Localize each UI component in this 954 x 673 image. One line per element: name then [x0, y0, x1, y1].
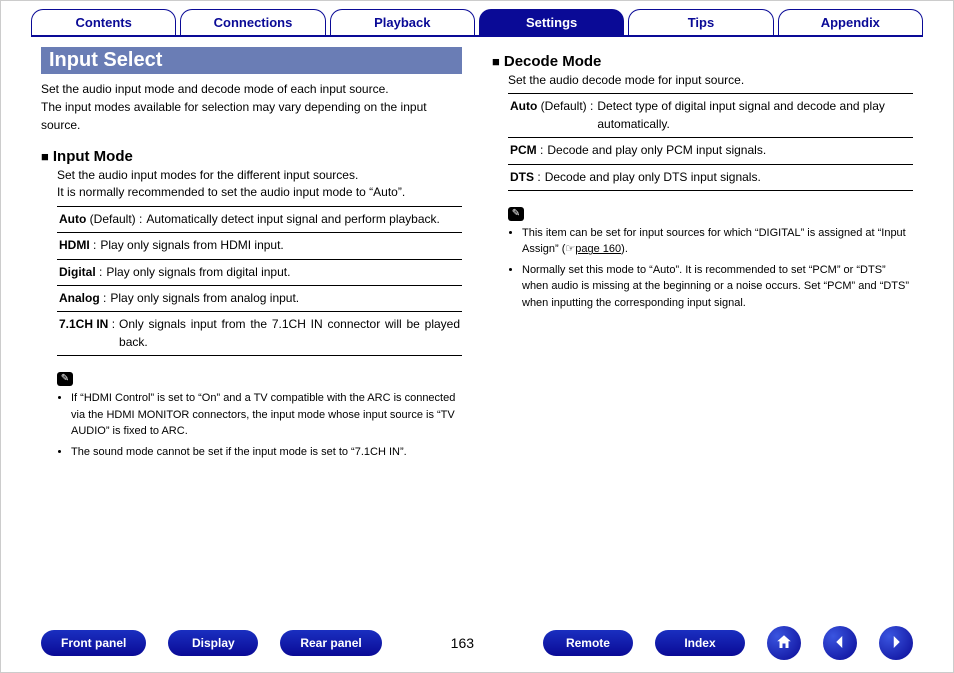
option-auto: Auto (Default) : Automatically detect in…	[57, 207, 462, 233]
option-digital: Digital : Play only signals from digital…	[57, 260, 462, 286]
note-item: If “HDMI Control” is set to “On” and a T…	[71, 390, 462, 440]
prev-button[interactable]	[823, 626, 857, 660]
option-name: DTS	[510, 169, 534, 186]
input-mode-desc: Set the audio input modes for the differ…	[57, 167, 462, 202]
display-button[interactable]: Display	[168, 630, 258, 656]
option-desc: Detect type of digital input signal and …	[597, 98, 911, 133]
option-desc: Only signals input from the 7.1CH IN con…	[119, 316, 460, 351]
front-panel-button[interactable]: Front panel	[41, 630, 146, 656]
input-mode-notes: If “HDMI Control” is set to “On” and a T…	[57, 390, 462, 460]
index-button[interactable]: Index	[655, 630, 745, 656]
arrow-right-icon	[887, 633, 905, 654]
option-hdmi: HDMI : Play only signals from HDMI input…	[57, 233, 462, 259]
title-intro: Set the audio input mode and decode mode…	[41, 80, 462, 134]
top-tabs: Contents Connections Playback Settings T…	[1, 1, 953, 35]
tab-appendix[interactable]: Appendix	[778, 9, 923, 35]
option-71ch: 7.1CH IN : Only signals input from the 7…	[57, 312, 462, 356]
decode-mode-options: Auto (Default) : Detect type of digital …	[508, 93, 913, 191]
page-link-160[interactable]: page 160	[575, 243, 621, 255]
input-mode-options: Auto (Default) : Automatically detect in…	[57, 206, 462, 356]
input-mode-heading: Input Mode	[41, 148, 462, 165]
footer-left: Front panel Display Rear panel	[41, 630, 382, 656]
note-item: Normally set this mode to “Auto”. It is …	[522, 262, 913, 312]
option-desc: Play only signals from HDMI input.	[100, 237, 460, 254]
remote-button[interactable]: Remote	[543, 630, 633, 656]
option-desc: Play only signals from analog input.	[110, 290, 460, 307]
option-auto: Auto (Default) : Detect type of digital …	[508, 94, 913, 138]
note-icon: ✎	[57, 372, 73, 386]
next-button[interactable]	[879, 626, 913, 660]
content: Input Select Set the audio input mode an…	[1, 47, 953, 464]
home-button[interactable]	[767, 626, 801, 660]
option-analog: Analog : Play only signals from analog i…	[57, 286, 462, 312]
decode-mode-desc: Set the audio decode mode for input sour…	[508, 72, 913, 89]
page-title: Input Select	[41, 47, 462, 74]
option-desc: Decode and play only DTS input signals.	[545, 169, 911, 186]
option-name: Digital	[59, 264, 96, 281]
option-name: HDMI	[59, 237, 90, 254]
left-column: Input Select Set the audio input mode an…	[41, 47, 462, 464]
option-name: 7.1CH IN	[59, 316, 108, 351]
tabs-underline	[31, 35, 923, 37]
tab-tips[interactable]: Tips	[628, 9, 773, 35]
note-item: The sound mode cannot be set if the inpu…	[71, 444, 462, 461]
option-desc: Automatically detect input signal and pe…	[146, 211, 460, 228]
home-icon	[775, 633, 793, 654]
note-icon: ✎	[508, 207, 524, 221]
footer: Front panel Display Rear panel 163 Remot…	[1, 626, 953, 660]
option-name: Auto	[59, 211, 86, 228]
rear-panel-button[interactable]: Rear panel	[280, 630, 381, 656]
footer-right: Remote Index	[543, 626, 913, 660]
tab-connections[interactable]: Connections	[180, 9, 325, 35]
tab-settings[interactable]: Settings	[479, 9, 624, 35]
tab-playback[interactable]: Playback	[330, 9, 475, 35]
option-name: PCM	[510, 142, 537, 159]
note-item: This item can be set for input sources f…	[522, 225, 913, 258]
page-number: 163	[442, 635, 482, 651]
option-desc: Play only signals from digital input.	[106, 264, 460, 281]
arrow-left-icon	[831, 633, 849, 654]
tab-contents[interactable]: Contents	[31, 9, 176, 35]
option-dts: DTS : Decode and play only DTS input sig…	[508, 165, 913, 191]
right-column: Decode Mode Set the audio decode mode fo…	[492, 47, 913, 464]
option-name: Analog	[59, 290, 100, 307]
option-pcm: PCM : Decode and play only PCM input sig…	[508, 138, 913, 164]
decode-mode-heading: Decode Mode	[492, 53, 913, 70]
option-name: Auto	[510, 98, 537, 133]
option-desc: Decode and play only PCM input signals.	[547, 142, 911, 159]
decode-mode-notes: This item can be set for input sources f…	[508, 225, 913, 312]
